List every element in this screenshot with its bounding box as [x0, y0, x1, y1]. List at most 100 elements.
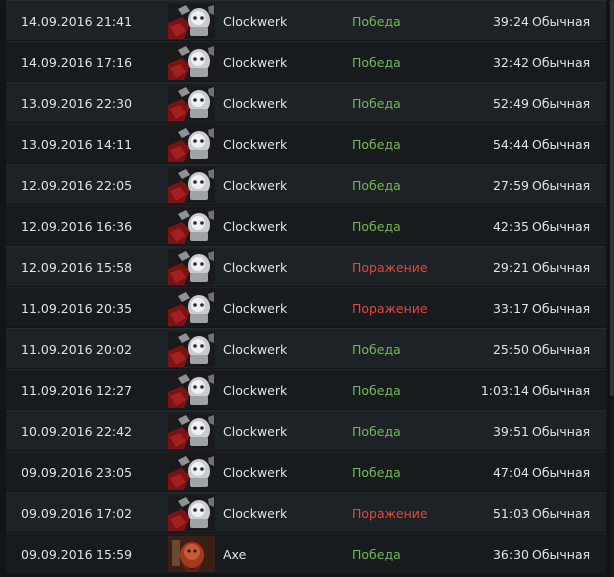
match-date: 10.09.2016	[21, 424, 93, 439]
match-duration: 29:21	[492, 260, 529, 275]
result-loss: Поражение	[352, 301, 428, 316]
match-date: 12.09.2016	[21, 219, 93, 234]
result-win: Победа	[352, 55, 401, 70]
match-date: 14.09.2016	[21, 14, 93, 29]
hero-name: Clockwerk	[223, 260, 288, 275]
match-row[interactable]: 14.09.2016 17:16 Clockwerk Победа 32:42 Обычн…	[6, 41, 606, 81]
hero-name: Clockwerk	[223, 424, 288, 439]
match-time: 16:36	[96, 219, 133, 234]
match-time: 23:05	[96, 465, 133, 480]
match-date: 09.09.2016	[21, 506, 93, 521]
hero-name: Clockwerk	[223, 219, 288, 234]
match-duration: 27:59	[492, 178, 529, 193]
match-row[interactable]: 13.09.2016 14:11 Clockwerk Победа 54:44 Обычн…	[6, 123, 606, 163]
game-mode: Обычная	[532, 424, 591, 439]
match-date: 12.09.2016	[21, 260, 93, 275]
hero-name: Clockwerk	[223, 383, 288, 398]
game-mode: Обычная	[532, 14, 591, 29]
scrollbar[interactable]	[610, 0, 614, 577]
match-duration: 32:42	[492, 55, 529, 70]
match-row[interactable]: 13.09.2016 22:30 Clockwerk Победа 52:49 Обычн…	[6, 82, 606, 122]
clockwerk-hero-icon[interactable]	[168, 290, 215, 326]
clockwerk-hero-icon[interactable]	[168, 208, 215, 244]
game-mode: Обычная	[532, 219, 591, 234]
match-date: 14.09.2016	[21, 55, 93, 70]
clockwerk-hero-icon[interactable]	[168, 495, 215, 531]
match-duration: 42:35	[492, 219, 529, 234]
result-win: Победа	[352, 137, 401, 152]
clockwerk-hero-icon[interactable]	[168, 331, 215, 367]
result-win: Победа	[352, 96, 401, 111]
match-row[interactable]: 09.09.2016 15:59 Axe Победа 36:30 Обычная	[6, 533, 606, 573]
match-row[interactable]: 11.09.2016 12:27 Clockwerk Победа 1:03:14 Обы…	[6, 369, 606, 409]
match-time: 22:05	[96, 178, 133, 193]
match-date: 13.09.2016	[21, 96, 93, 111]
game-mode: Обычная	[532, 137, 591, 152]
match-row[interactable]: 09.09.2016 17:02 Clockwerk Поражение 51:03 Об…	[6, 492, 606, 532]
result-win: Победа	[352, 342, 401, 357]
match-row[interactable]: 12.09.2016 16:36 Clockwerk Победа 42:35 Обычн…	[6, 205, 606, 245]
match-time: 22:30	[96, 96, 133, 111]
clockwerk-hero-icon[interactable]	[168, 3, 215, 39]
match-duration: 51:03	[492, 506, 529, 521]
match-date: 09.09.2016	[21, 547, 93, 562]
match-time: 22:42	[96, 424, 133, 439]
result-win: Победа	[352, 424, 401, 439]
match-time: 15:59	[96, 547, 133, 562]
game-mode: Обычная	[532, 55, 591, 70]
clockwerk-hero-icon[interactable]	[168, 126, 215, 162]
game-mode: Обычная	[532, 301, 591, 316]
scrollbar-thumb[interactable]	[610, 0, 614, 396]
clockwerk-hero-icon[interactable]	[168, 454, 215, 490]
match-row[interactable]: 14.09.2016 21:41 Clockwerk Победа 39:24 Обычн…	[6, 0, 606, 40]
match-duration: 39:51	[492, 424, 529, 439]
hero-name: Clockwerk	[223, 506, 288, 521]
match-row[interactable]: 11.09.2016 20:02 Clockwerk Победа 25:50 Обычн…	[6, 328, 606, 368]
result-win: Победа	[352, 14, 401, 29]
match-time: 21:41	[96, 14, 133, 29]
clockwerk-hero-icon[interactable]	[168, 249, 215, 285]
match-row[interactable]: 12.09.2016 22:05 Clockwerk Победа 27:59 Обычн…	[6, 164, 606, 204]
result-win: Победа	[352, 465, 401, 480]
match-time: 20:35	[96, 301, 133, 316]
match-date: 12.09.2016	[21, 178, 93, 193]
hero-name: Clockwerk	[223, 55, 288, 70]
clockwerk-hero-icon[interactable]	[168, 167, 215, 203]
match-time: 20:02	[96, 342, 133, 357]
match-date: 11.09.2016	[21, 342, 93, 357]
match-duration: 39:24	[492, 14, 529, 29]
clockwerk-hero-icon[interactable]	[168, 85, 215, 121]
result-win: Победа	[352, 547, 401, 562]
match-row[interactable]: 09.09.2016 23:05 Clockwerk Победа 47:04 Обычн…	[6, 451, 606, 491]
clockwerk-hero-icon[interactable]	[168, 413, 215, 449]
hero-name: Axe	[223, 547, 247, 562]
match-duration: 52:49	[492, 96, 529, 111]
hero-name: Clockwerk	[223, 342, 288, 357]
game-mode: Обычная	[532, 465, 591, 480]
clockwerk-hero-icon[interactable]	[168, 372, 215, 408]
match-duration: 25:50	[492, 342, 529, 357]
match-duration: 54:44	[492, 137, 529, 152]
match-row[interactable]: 11.09.2016 20:35 Clockwerk Поражение 33:17 Об…	[6, 287, 606, 327]
match-time: 12:27	[96, 383, 133, 398]
result-loss: Поражение	[352, 260, 428, 275]
match-row[interactable]: 10.09.2016 22:42 Clockwerk Победа 39:51 Обычн…	[6, 410, 606, 450]
match-duration: 47:04	[492, 465, 529, 480]
axe-hero-icon[interactable]	[168, 536, 215, 572]
game-mode: Обычная	[532, 178, 591, 193]
clockwerk-hero-icon[interactable]	[168, 44, 215, 80]
match-time: 15:58	[96, 260, 133, 275]
game-mode: Обычная	[532, 383, 591, 398]
result-win: Победа	[352, 383, 401, 398]
game-mode: Обычная	[532, 547, 591, 562]
result-loss: Поражение	[352, 506, 428, 521]
game-mode: Обычная	[532, 260, 591, 275]
match-time: 17:02	[96, 506, 133, 521]
hero-name: Clockwerk	[223, 14, 288, 29]
match-date: 11.09.2016	[21, 301, 93, 316]
match-row[interactable]: 12.09.2016 15:58 Clockwerk Поражение 29:21 Об…	[6, 246, 606, 286]
game-mode: Обычная	[532, 342, 591, 357]
result-win: Победа	[352, 219, 401, 234]
hero-name: Clockwerk	[223, 465, 288, 480]
hero-name: Clockwerk	[223, 96, 288, 111]
